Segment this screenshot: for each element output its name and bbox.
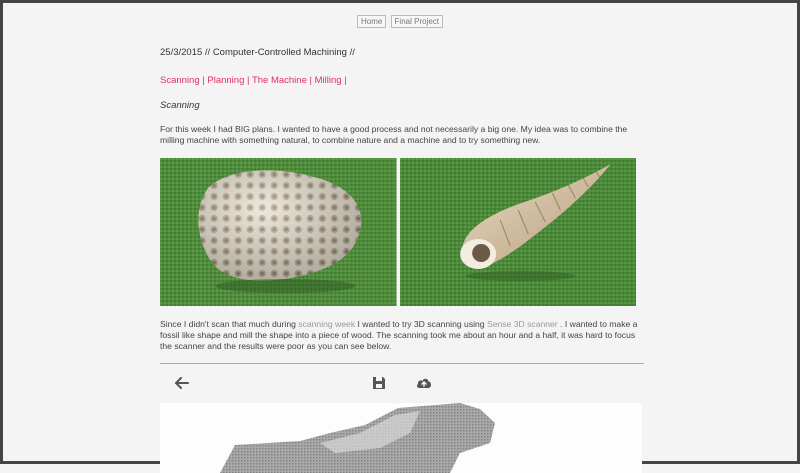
scanning-paragraph: Since I didn't scan that much during sca… (160, 319, 644, 352)
nav-home-link[interactable]: Home (356, 15, 387, 28)
coral-fossil-photo (160, 158, 397, 306)
section-separator: | (344, 75, 347, 86)
paragraph-text: I wanted to try 3D scanning using (355, 319, 487, 329)
model-viewer-canvas[interactable] (160, 403, 642, 473)
arrow-left-icon (175, 377, 189, 389)
cloud-upload-icon (416, 378, 432, 388)
upload-button[interactable] (414, 373, 434, 393)
section-link-milling[interactable]: Milling (315, 75, 342, 86)
paragraph-text: Since I didn't scan that much during (160, 319, 299, 329)
section-link-planning[interactable]: Planning (207, 75, 244, 86)
model-viewer-toolbar (160, 371, 644, 395)
floppy-disk-icon (373, 377, 385, 389)
sense-3d-scanner-link[interactable]: Sense 3D scanner (487, 319, 558, 329)
intro-paragraph: For this week I had BIG plans. I wanted … (160, 124, 628, 145)
section-links: Scanning | Planning | The Machine | Mill… (160, 75, 644, 86)
section-link-scanning[interactable]: Scanning (160, 75, 200, 86)
spiral-shell-photo (399, 158, 636, 306)
scanning-week-link[interactable]: scanning week (298, 319, 355, 329)
scanned-mesh-preview (220, 403, 495, 473)
nav-final-project-link[interactable]: Final Project (390, 15, 444, 28)
section-heading-scanning: Scanning (160, 100, 200, 111)
back-button[interactable] (172, 373, 192, 393)
save-button[interactable] (369, 373, 389, 393)
top-nav: Home Final Project (3, 15, 797, 28)
section-link-the-machine[interactable]: The Machine (252, 75, 307, 86)
post-date-title: 25/3/2015 // Computer-Controlled Machini… (160, 47, 355, 58)
divider (160, 363, 644, 364)
post-content: 25/3/2015 // Computer-Controlled Machini… (160, 43, 644, 473)
photo-row (160, 158, 636, 306)
